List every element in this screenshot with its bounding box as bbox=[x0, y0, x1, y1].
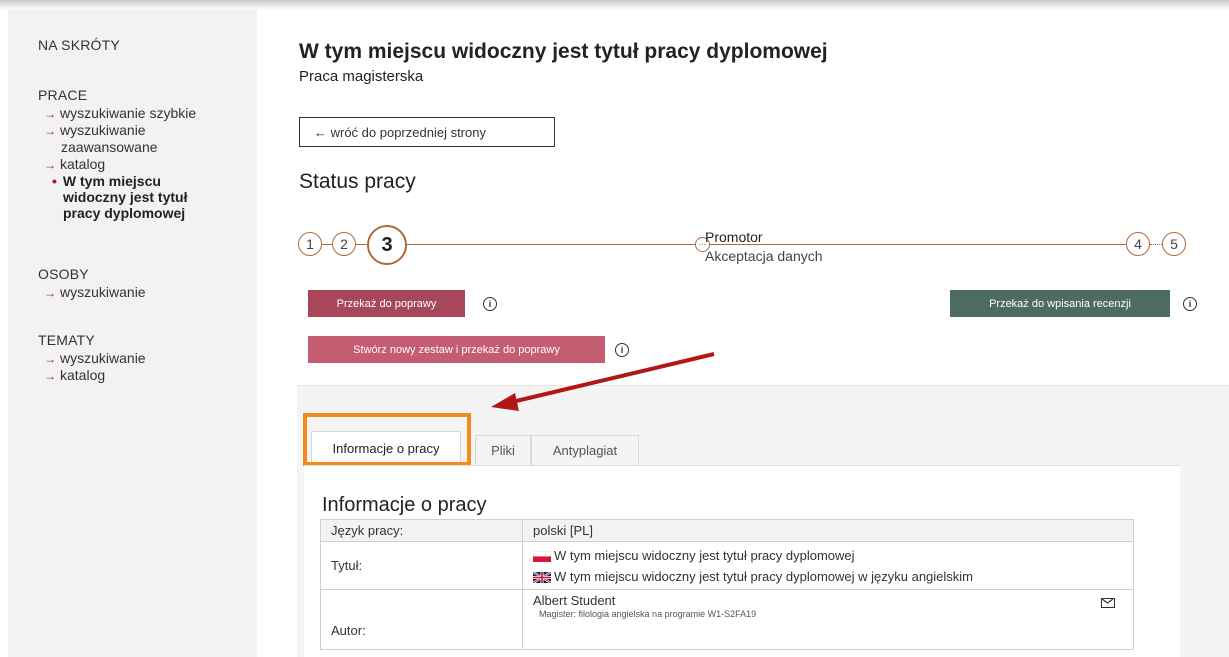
screenshot-frame: NA SKRÓTY PRACE → wyszukiwanie szybkie → w… bbox=[0, 0, 1229, 657]
arrow-head bbox=[491, 393, 519, 411]
annotation-arrow bbox=[491, 352, 715, 411]
arrow-shaft bbox=[511, 352, 715, 404]
